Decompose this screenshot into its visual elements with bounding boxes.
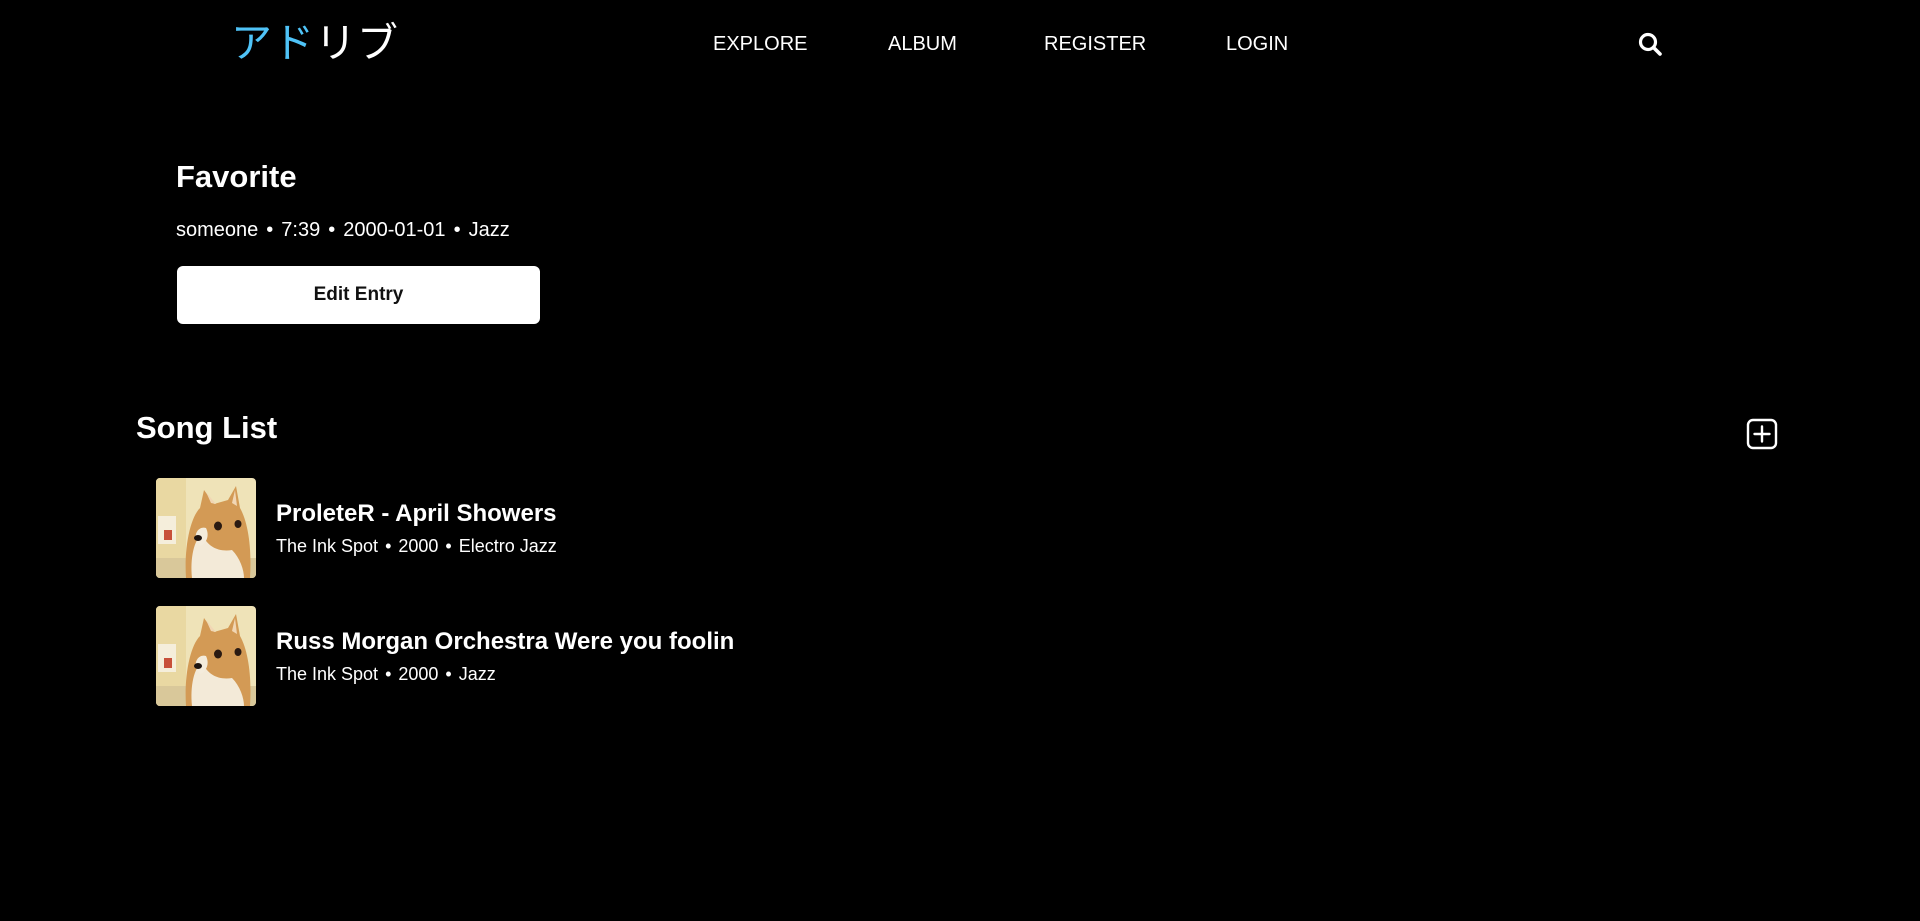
song-meta: The Ink Spot • 2000 • Jazz: [276, 662, 496, 686]
entry-date: 2000-01-01: [343, 219, 446, 241]
entry-duration: 7:39: [281, 219, 321, 241]
song-title: Russ Morgan Orchestra Were you foolin: [276, 628, 735, 655]
song-artist: The Ink Spot: [276, 536, 379, 556]
song-meta: The Ink Spot • 2000 • Electro Jazz: [276, 534, 557, 558]
search-icon: [1638, 32, 1662, 56]
list-item[interactable]: ProleteR - April Showers The Ink Spot • 20…: [156, 478, 1056, 578]
logo-char: リ: [315, 19, 357, 67]
page-title: Favorite: [176, 159, 297, 194]
meta-separator: •: [445, 664, 452, 684]
edit-entry-button[interactable]: Edit Entry: [177, 266, 540, 324]
nav-login[interactable]: LOGIN: [1226, 30, 1288, 58]
meta-separator: •: [328, 219, 336, 241]
meta-separator: •: [385, 536, 392, 556]
logo-char: ア: [231, 19, 273, 67]
add-song-button[interactable]: [1746, 418, 1778, 450]
logo-char: ド: [273, 19, 315, 67]
shiba-inu-dog-image: [156, 606, 256, 706]
song-thumbnail: [156, 478, 256, 578]
nav-album[interactable]: ALBUM: [888, 30, 957, 58]
song-year: 2000: [398, 664, 439, 684]
song-genre: Electro Jazz: [458, 536, 557, 556]
song-year: 2000: [398, 536, 439, 556]
page: アドリブ EXPLORE ALBUM REGISTER LOGIN Favori…: [0, 0, 1920, 921]
meta-separator: •: [453, 219, 461, 241]
list-item[interactable]: Russ Morgan Orchestra Were you foolin Th…: [156, 606, 1056, 706]
song-genre: Jazz: [458, 664, 496, 684]
meta-separator: •: [266, 219, 274, 241]
song-thumbnail: [156, 606, 256, 706]
logo-char: ブ: [357, 19, 399, 67]
plus-square-icon: [1746, 418, 1778, 450]
nav-register[interactable]: REGISTER: [1044, 30, 1146, 58]
nav-explore[interactable]: EXPLORE: [713, 30, 807, 58]
entry-author: someone: [176, 219, 259, 241]
song-artist: The Ink Spot: [276, 664, 379, 684]
meta-separator: •: [385, 664, 392, 684]
entry-genre: Jazz: [468, 219, 510, 241]
entry-meta: someone • 7:39 • 2000-01-01 • Jazz: [176, 216, 510, 244]
song-list-title: Song List: [136, 410, 278, 445]
song-title: ProleteR - April Showers: [276, 500, 557, 527]
logo[interactable]: アドリブ: [231, 16, 399, 70]
shiba-inu-dog-image: [156, 478, 256, 578]
search-button[interactable]: [1637, 31, 1663, 57]
meta-separator: •: [445, 536, 452, 556]
